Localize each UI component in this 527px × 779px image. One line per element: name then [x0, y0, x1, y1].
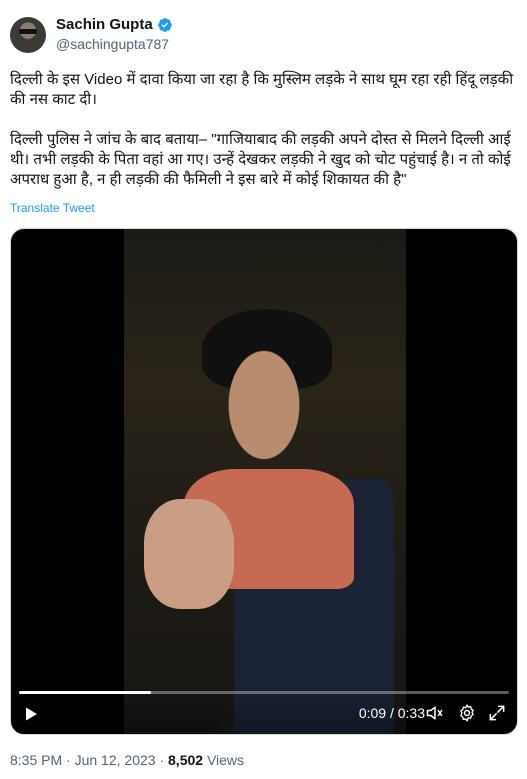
author-name-row: Sachin Gupta	[56, 16, 173, 33]
video-subject-face	[209, 321, 319, 461]
author-avatar[interactable]	[10, 17, 46, 53]
volume-icon[interactable]	[425, 703, 445, 723]
tweet-paragraph-2: दिल्ली पुलिस ने जांच के बाद बताया– "गाजि…	[10, 131, 511, 188]
video-frame[interactable]	[124, 229, 406, 734]
video-player[interactable]: 0:09 / 0:33	[10, 228, 518, 735]
tweet-time[interactable]: 8:35 PM	[10, 752, 62, 768]
meta-separator: ·	[159, 752, 165, 768]
meta-separator: ·	[66, 752, 71, 768]
author-display-name[interactable]: Sachin Gupta	[56, 16, 153, 33]
tweet-date[interactable]: Jun 12, 2023	[75, 752, 156, 768]
views-label: Views	[206, 752, 245, 768]
tweet-text: दिल्ली के इस Video में दावा किया जा रहा …	[10, 70, 520, 190]
author-handle[interactable]: @sachingupta787	[56, 36, 169, 52]
fullscreen-expand-icon[interactable]	[487, 703, 507, 723]
video-controls-bar: 0:09 / 0:33	[11, 686, 517, 734]
video-progress-bar[interactable]	[19, 691, 509, 694]
play-icon[interactable]	[23, 706, 39, 722]
views-count: 8,502	[168, 752, 204, 768]
tweet-paragraph-1: दिल्ली के इस Video में दावा किया जा रहा …	[10, 71, 514, 108]
translate-tweet-link[interactable]: Translate Tweet	[10, 201, 95, 215]
video-subject-hands	[144, 499, 234, 609]
verified-badge-icon	[157, 17, 172, 32]
tweet-metadata: 8:35 PM · Jun 12, 2023 · 8,502 Views	[10, 752, 244, 768]
video-time-display: 0:09 / 0:33	[358, 705, 425, 721]
avatar-sunglasses	[19, 29, 37, 34]
settings-gear-icon[interactable]	[457, 703, 477, 723]
video-progress-fill	[19, 691, 152, 694]
